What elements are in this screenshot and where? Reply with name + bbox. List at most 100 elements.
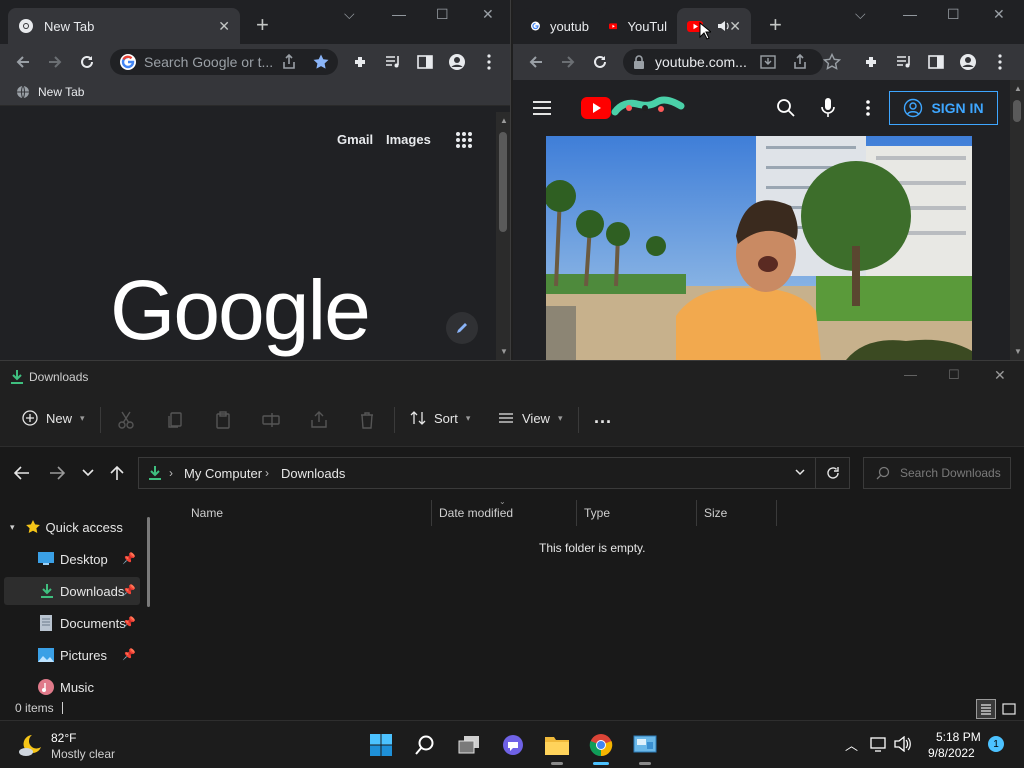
- notification-badge[interactable]: 1: [988, 736, 1004, 752]
- clock-time[interactable]: 5:18 PM: [936, 730, 981, 744]
- refresh-icon[interactable]: [826, 466, 840, 480]
- scroll-thumb[interactable]: [499, 132, 507, 232]
- column-header-name[interactable]: Name: [191, 500, 223, 526]
- close-window-icon[interactable]: ✕: [993, 6, 1005, 23]
- search-icon[interactable]: [776, 98, 796, 118]
- microphone-icon[interactable]: [821, 97, 835, 119]
- pin-icon[interactable]: 📌: [122, 648, 136, 661]
- tab-youtube[interactable]: YouTul: [599, 8, 677, 44]
- address-bar[interactable]: Search Google or t...: [110, 49, 338, 75]
- tiles-view-button[interactable]: [999, 699, 1019, 719]
- share-icon[interactable]: [791, 53, 809, 71]
- new-tab-icon[interactable]: +: [256, 14, 269, 36]
- scroll-thumb[interactable]: [1013, 100, 1021, 122]
- scroll-up-icon[interactable]: ▲: [500, 116, 508, 125]
- nav-item-pictures[interactable]: Pictures 📌: [4, 641, 140, 669]
- google-apps-icon[interactable]: [456, 132, 472, 148]
- paste-icon[interactable]: [213, 410, 233, 430]
- taskbar-search-button[interactable]: [410, 730, 440, 760]
- profile-icon[interactable]: [448, 53, 466, 71]
- column-header-type[interactable]: Type: [584, 500, 610, 526]
- control-panel-taskbar-button[interactable]: [630, 730, 660, 765]
- install-icon[interactable]: [759, 53, 777, 71]
- tab-search-chevron-icon[interactable]: ⌵: [855, 6, 866, 23]
- breadcrumb-downloads[interactable]: Downloads: [281, 466, 345, 481]
- back-icon[interactable]: [14, 53, 32, 71]
- more-options-button[interactable]: ...: [594, 407, 612, 428]
- nav-item-documents[interactable]: Documents 📌: [4, 609, 140, 637]
- reload-icon[interactable]: [78, 53, 96, 71]
- weather-widget[interactable]: 82°F Mostly clear: [18, 729, 128, 763]
- youtube-logo-icon[interactable]: [581, 96, 685, 120]
- volume-icon[interactable]: [894, 736, 912, 752]
- scrollbar[interactable]: ▲ ▼: [1010, 80, 1024, 360]
- extensions-icon[interactable]: [863, 53, 881, 71]
- network-icon[interactable]: [870, 736, 888, 752]
- chevron-down-icon[interactable]: [795, 469, 805, 477]
- pin-icon[interactable]: 📌: [122, 584, 136, 597]
- minimize-icon[interactable]: —: [903, 6, 917, 22]
- forward-icon[interactable]: [559, 53, 577, 71]
- task-view-button[interactable]: [454, 730, 484, 760]
- new-button[interactable]: New ▾: [22, 410, 85, 426]
- pin-icon[interactable]: 📌: [122, 552, 136, 565]
- bookmark-star-icon[interactable]: [312, 53, 330, 71]
- side-panel-icon[interactable]: [416, 53, 434, 71]
- column-header-date-modified[interactable]: Date modified: [439, 500, 513, 526]
- maximize-icon[interactable]: ☐: [948, 367, 960, 383]
- more-options-icon[interactable]: [865, 99, 871, 117]
- scrollbar[interactable]: ▲ ▼: [496, 112, 510, 360]
- tab-new-tab[interactable]: New Tab ✕: [8, 8, 240, 44]
- bookmark-star-icon[interactable]: [823, 53, 841, 71]
- maximize-icon[interactable]: ☐: [947, 6, 960, 23]
- rename-icon[interactable]: [261, 410, 281, 430]
- file-explorer-taskbar-button[interactable]: [542, 730, 572, 765]
- chrome-taskbar-button[interactable]: [586, 730, 616, 765]
- extensions-icon[interactable]: [352, 53, 370, 71]
- tab-youtube-active[interactable]: ✕: [677, 8, 751, 44]
- close-tab-icon[interactable]: ✕: [218, 18, 230, 35]
- forward-arrow-icon[interactable]: [49, 466, 65, 480]
- tab-youtube-search[interactable]: youtub: [521, 8, 599, 44]
- video-player[interactable]: [546, 136, 972, 360]
- address-bar[interactable]: › My Computer › Downloads: [138, 457, 850, 489]
- media-control-icon[interactable]: [384, 53, 402, 71]
- nav-item-quick-access[interactable]: ▾ Quick access: [4, 513, 140, 541]
- scroll-up-icon[interactable]: ▲: [1014, 84, 1022, 93]
- images-link[interactable]: Images: [386, 132, 431, 147]
- customize-button[interactable]: [446, 312, 478, 344]
- scroll-down-icon[interactable]: ▼: [500, 347, 508, 356]
- start-button[interactable]: [366, 730, 396, 760]
- up-arrow-icon[interactable]: [110, 465, 124, 481]
- hamburger-menu-icon[interactable]: [533, 100, 551, 116]
- menu-kebab-icon[interactable]: [991, 53, 1009, 71]
- maximize-icon[interactable]: ☐: [436, 6, 449, 23]
- details-view-button[interactable]: [976, 699, 996, 719]
- menu-kebab-icon[interactable]: [480, 53, 498, 71]
- side-panel-icon[interactable]: [927, 53, 945, 71]
- pin-icon[interactable]: 📌: [122, 616, 136, 629]
- gmail-link[interactable]: Gmail: [337, 132, 373, 147]
- share-icon[interactable]: [280, 53, 298, 71]
- nav-item-downloads[interactable]: Downloads 📌: [4, 577, 140, 605]
- tab-search-chevron-icon[interactable]: ⌵: [344, 6, 355, 23]
- cut-icon[interactable]: [116, 410, 136, 430]
- clock-date[interactable]: 9/8/2022: [928, 746, 975, 760]
- recent-chevron-icon[interactable]: [82, 468, 94, 478]
- delete-icon[interactable]: [357, 410, 377, 430]
- new-tab-icon[interactable]: +: [769, 14, 782, 36]
- copy-icon[interactable]: [165, 410, 185, 430]
- chevron-up-icon[interactable]: ︿: [845, 735, 858, 754]
- back-arrow-icon[interactable]: [14, 466, 30, 480]
- media-control-icon[interactable]: [895, 53, 913, 71]
- minimize-icon[interactable]: —: [904, 367, 917, 382]
- profile-icon[interactable]: [959, 53, 977, 71]
- scroll-down-icon[interactable]: ▼: [1014, 347, 1022, 356]
- search-box[interactable]: Search Downloads: [863, 457, 1011, 489]
- minimize-icon[interactable]: —: [392, 6, 406, 22]
- close-tab-icon[interactable]: ✕: [729, 18, 741, 35]
- close-window-icon[interactable]: ✕: [994, 367, 1006, 384]
- forward-icon[interactable]: [46, 53, 64, 71]
- reload-icon[interactable]: [591, 53, 609, 71]
- column-header-size[interactable]: Size: [704, 500, 727, 526]
